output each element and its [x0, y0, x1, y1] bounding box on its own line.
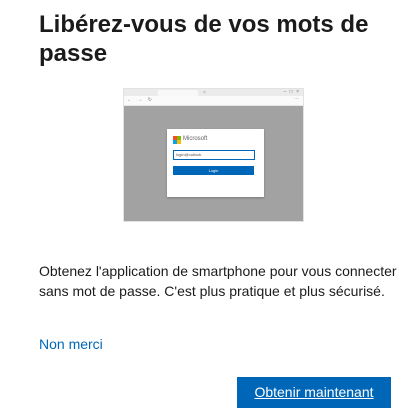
illustration-login-button: Login	[173, 166, 254, 175]
brand-name: Microsoft	[183, 136, 208, 142]
illustration-tab-bar: × – □ ×	[124, 89, 303, 96]
illustration-viewport: Microsoft login@outlook Login	[124, 106, 303, 221]
navigation-arrows-icon: ← → ↻	[127, 97, 154, 103]
browser-illustration: × – □ × ← → ↻ ··· Microsoft login@outloo…	[123, 88, 304, 222]
more-icon: ···	[294, 96, 299, 102]
illustration-login-card: Microsoft login@outlook Login	[167, 129, 264, 197]
illustration-nav-bar: ← → ↻ ···	[124, 96, 303, 106]
microsoft-logo-icon	[173, 136, 181, 144]
get-it-now-button[interactable]: Obtenir maintenant	[237, 377, 391, 408]
dialog-title: Libérez-vous de vos mots de passe	[39, 11, 369, 67]
dialog-description: Obtenez l'application de smartphone pour…	[39, 263, 397, 299]
window-controls-icon: – □ ×	[283, 89, 300, 95]
no-thanks-link[interactable]: Non merci	[39, 336, 103, 352]
illustration-login-field: login@outlook	[173, 150, 255, 160]
